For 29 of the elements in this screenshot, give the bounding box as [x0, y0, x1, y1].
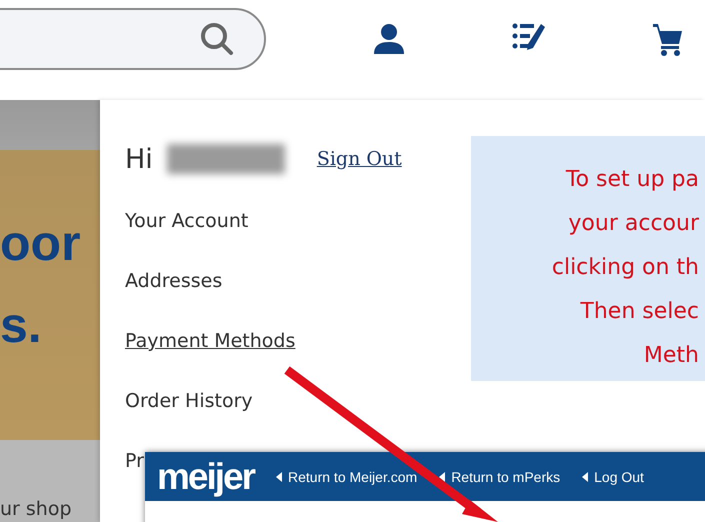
menu-item[interactable]: Order History [125, 390, 253, 418]
callout-text: your accour [568, 210, 699, 238]
sign-out-link[interactable]: Sign Out [316, 148, 402, 170]
account-button[interactable] [374, 22, 404, 56]
nav-link[interactable]: Log Out [582, 468, 644, 484]
nav-link[interactable]: Return to mPerks [439, 468, 560, 484]
cart-icon [653, 22, 683, 56]
person-icon [374, 22, 404, 54]
caret-icon [582, 472, 588, 482]
menu-item[interactable]: Payment Methods [125, 330, 296, 358]
greeting: Hi [125, 144, 153, 174]
callout-text: To set up pa [566, 166, 699, 194]
search-icon [200, 22, 234, 56]
nav-link[interactable]: Return to Meijer.com [276, 468, 418, 484]
caret-icon [276, 472, 282, 482]
banner-text: oor [0, 218, 81, 268]
search-field[interactable] [0, 8, 266, 70]
banner-text: ur shop [0, 498, 72, 520]
meijer-logo: meijer [157, 456, 254, 498]
banner-text: s. [0, 300, 42, 350]
list-edit-icon [512, 22, 546, 50]
callout-text: clicking on th [552, 254, 699, 282]
cart-button[interactable] [653, 22, 683, 56]
menu-item[interactable]: Pr [125, 450, 144, 478]
callout-text: Meth [644, 342, 699, 370]
menu-item[interactable]: Addresses [125, 270, 222, 298]
menu-item[interactable]: Your Account [125, 210, 248, 238]
callout-text: Then selec [580, 298, 699, 326]
caret-icon [439, 472, 446, 482]
